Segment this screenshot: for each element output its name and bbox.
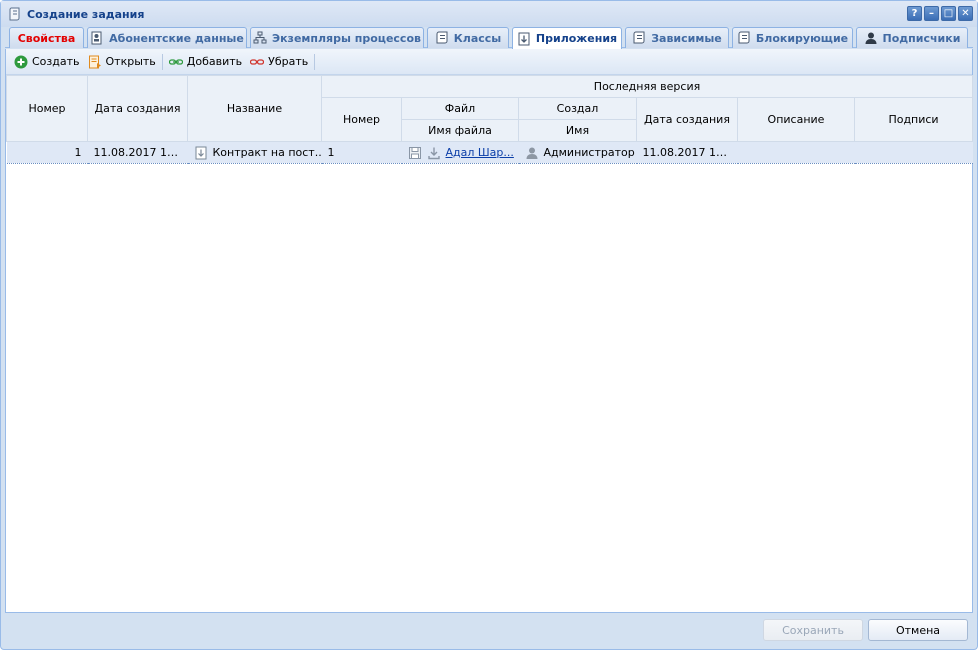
save-disk-icon[interactable] bbox=[408, 146, 422, 160]
tab-dependent[interactable]: Зависимые bbox=[625, 27, 729, 48]
col-header-number[interactable]: Номер bbox=[6, 75, 88, 142]
tab-subscriber-data[interactable]: Абонентские данные bbox=[87, 27, 247, 48]
col-group-file: Файл bbox=[401, 97, 519, 120]
col-header-created[interactable]: Дата создания bbox=[87, 75, 188, 142]
open-label: Открыть bbox=[105, 55, 156, 68]
tab-label: Подписчики bbox=[882, 31, 961, 45]
help-button[interactable]: ? bbox=[907, 6, 922, 21]
grid-toolbar: Создать Открыть Добавить Убрать bbox=[6, 49, 972, 75]
open-button[interactable]: Открыть bbox=[84, 51, 160, 73]
maximize-button[interactable]: □ bbox=[941, 6, 956, 21]
save-button[interactable]: Сохранить bbox=[763, 619, 863, 641]
tab-label: Приложения bbox=[535, 32, 618, 45]
add-label: Добавить bbox=[186, 55, 243, 68]
process-tree-icon bbox=[253, 31, 267, 44]
cell-number: 1 bbox=[6, 141, 88, 164]
cell-file-name: Адал Шар... bbox=[401, 141, 519, 164]
scroll-icon bbox=[633, 31, 645, 44]
subscriber-card-icon bbox=[91, 31, 102, 45]
cancel-button[interactable]: Отмена bbox=[868, 619, 968, 641]
cell-name: Контракт на пост... bbox=[187, 141, 322, 164]
window-titlebar[interactable]: Создание задания ? – □ ✕ bbox=[1, 1, 977, 27]
tab-label: Абонентские данные bbox=[109, 31, 244, 45]
col-group-latest-version: Последняя версия bbox=[320, 75, 974, 98]
cell-version-created: 11.08.2017 13:56 bbox=[636, 141, 738, 164]
created-by-name: Администратор bbox=[543, 146, 635, 159]
unlink-icon bbox=[250, 58, 265, 65]
attachment-name: Контракт на пост... bbox=[212, 146, 322, 159]
tab-blocking[interactable]: Блокирующие bbox=[732, 27, 853, 48]
remove-button[interactable]: Убрать bbox=[246, 51, 312, 73]
tab-subscribers[interactable]: Подписчики bbox=[856, 27, 968, 48]
link-icon bbox=[168, 58, 183, 65]
remove-label: Убрать bbox=[268, 55, 309, 68]
tab-strip: Свойства Абонентские данные Экземпляры п… bbox=[5, 27, 973, 49]
tab-classes[interactable]: Классы bbox=[427, 27, 509, 48]
col-header-created-by-name[interactable]: Имя bbox=[518, 119, 637, 142]
scroll-icon bbox=[738, 31, 750, 44]
col-header-version-created[interactable]: Дата создания bbox=[636, 97, 738, 142]
create-button[interactable]: Создать bbox=[10, 51, 84, 73]
scroll-icon bbox=[9, 7, 20, 21]
col-header-version-number[interactable]: Номер bbox=[321, 97, 402, 142]
col-header-description[interactable]: Описание bbox=[737, 97, 855, 142]
tab-label: Экземпляры процессов bbox=[272, 31, 421, 45]
table-row[interactable]: 1 11.08.2017 13:56 Контракт на пост... 1 bbox=[6, 141, 973, 164]
tab-process-instances[interactable]: Экземпляры процессов bbox=[250, 27, 424, 48]
cell-signatures bbox=[854, 141, 973, 164]
tab-label: Зависимые bbox=[651, 31, 722, 45]
cell-created-by: Администратор bbox=[518, 141, 637, 164]
cell-description bbox=[737, 141, 855, 164]
create-label: Создать bbox=[32, 55, 80, 68]
open-document-icon bbox=[88, 55, 101, 68]
file-name-link[interactable]: Адал Шар... bbox=[446, 146, 514, 159]
download-icon[interactable] bbox=[427, 146, 441, 160]
tab-label: Свойства bbox=[17, 31, 76, 45]
col-group-created-by: Создал bbox=[518, 97, 637, 120]
close-button[interactable]: ✕ bbox=[958, 6, 973, 21]
add-circle-icon bbox=[14, 55, 28, 68]
user-icon bbox=[865, 32, 877, 44]
tab-label: Блокирующие bbox=[755, 31, 849, 45]
col-header-signatures[interactable]: Подписи bbox=[853, 97, 974, 142]
scroll-icon bbox=[436, 31, 448, 44]
attachments-grid: Номер Дата создания Название Последняя в… bbox=[6, 75, 974, 164]
minimize-button[interactable]: – bbox=[924, 6, 939, 21]
cell-version-number: 1 bbox=[321, 141, 402, 164]
window-tools: ? – □ ✕ bbox=[907, 6, 973, 21]
col-header-name[interactable]: Название bbox=[187, 75, 322, 142]
user-icon bbox=[526, 147, 537, 159]
dialog-footer: Сохранить Отмена bbox=[5, 613, 973, 647]
window-title: Создание задания bbox=[27, 7, 145, 21]
toolbar-separator bbox=[161, 53, 163, 70]
tab-label: Классы bbox=[453, 31, 502, 45]
toolbar-separator bbox=[314, 53, 316, 70]
cell-created: 11.08.2017 13:56 bbox=[87, 141, 188, 164]
tab-attachments[interactable]: Приложения bbox=[512, 27, 622, 49]
attachment-download-icon bbox=[195, 146, 206, 159]
attachment-download-icon bbox=[518, 32, 530, 45]
col-header-file-name[interactable]: Имя файла bbox=[401, 119, 519, 142]
tab-properties[interactable]: Свойства bbox=[9, 27, 84, 48]
dialog-window: Создание задания ? – □ ✕ Свойства Абонен… bbox=[0, 0, 978, 650]
add-button[interactable]: Добавить bbox=[165, 51, 246, 73]
attachments-panel: Создать Открыть Добавить Убрать Номер Да… bbox=[5, 49, 974, 613]
